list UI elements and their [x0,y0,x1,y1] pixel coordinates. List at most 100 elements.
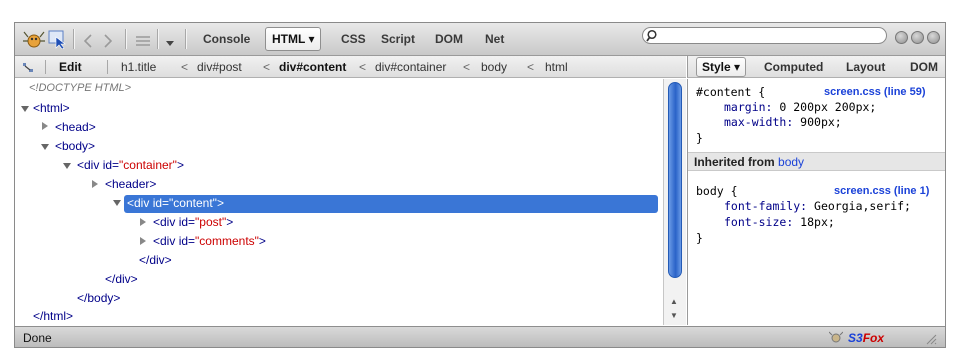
attr-name: id= [175,234,196,248]
tag-close: > [216,196,224,210]
html-tree: <!DOCTYPE HTML> <html> <head> <body> <di… [15,79,663,325]
breadcrumb-item[interactable]: html [545,60,568,74]
inherited-label: Inherited from [694,155,775,169]
tag-open: <div [153,234,176,248]
attr-value: "comments" [195,234,259,248]
search-box[interactable] [642,27,887,44]
tag-close: > [226,215,234,229]
list-icon[interactable] [134,31,152,51]
restore-icon[interactable] [911,31,924,44]
expanded-twisty-icon[interactable] [113,199,121,207]
tab-style[interactable]: Style ▾ [696,57,747,77]
minimize-icon[interactable] [895,31,908,44]
tab-style-dropdown: ▾ [734,60,741,74]
css-property-name: margin [724,100,766,114]
s3fox-label[interactable]: S3Fox [848,331,884,345]
tree-scrollbar[interactable]: ▲ ▼ [663,79,686,325]
inherited-from-link[interactable]: body [778,155,804,169]
status-bar: Done S3Fox [15,326,945,347]
breadcrumb-arrow: < [463,60,471,74]
tab-computed[interactable]: Computed [764,60,823,74]
firebug-icon[interactable] [23,29,45,49]
tab-dom[interactable]: DOM [435,32,463,46]
expanded-twisty-icon[interactable] [41,143,49,151]
attr-value: "post" [195,215,227,229]
tree-node-head[interactable]: <head> [55,120,96,138]
tab-script[interactable]: Script [381,32,415,46]
tab-html-label: HTML [272,32,306,46]
inspect-icon[interactable] [47,29,67,49]
expanded-twisty-icon[interactable] [63,162,71,170]
tab-css[interactable]: CSS [341,32,366,46]
attr-name: id= [149,196,170,210]
css-source-link[interactable]: screen.css (line 1) [834,185,929,197]
breadcrumb-item-current[interactable]: div#content [279,60,346,74]
css-property[interactable]: font-size: 18px; [724,215,835,229]
tree-node-post[interactable]: <div id="post"> [153,215,233,233]
firebug-panel: Console HTML ▾ CSS Script DOM Net Edit h… [14,22,946,348]
tree-node-header[interactable]: <header> [105,177,156,195]
breadcrumb-arrow: < [527,60,535,74]
toolbar-separator [185,29,186,49]
css-property-value: Georgia,serif; [814,199,911,213]
back-arrow-icon[interactable] [81,31,95,51]
css-property[interactable]: max-width: 900px; [724,115,842,129]
tab-net[interactable]: Net [485,32,504,46]
css-property-value: 900px; [800,115,842,129]
scrollbar-thumb[interactable] [668,82,682,278]
attr-value: "content" [169,196,217,210]
tree-node-content[interactable]: <div id="content"> [127,196,224,214]
tab-html[interactable]: HTML ▾ [265,27,322,51]
scroll-up-icon[interactable]: ▲ [670,297,678,306]
tab-style-label: Style [702,60,731,74]
css-property-value: 0 200px 200px; [779,100,877,114]
tree-close-html: </html> [33,309,74,323]
edit-button[interactable]: Edit [59,60,82,74]
breadcrumb-item[interactable]: div#post [197,60,242,74]
css-source-link[interactable]: screen.css (line 59) [824,86,926,98]
tree-node-html[interactable]: <html> [33,101,70,119]
tab-html-dropdown: ▾ [308,32,315,46]
breadcrumb-item[interactable]: div#container [375,60,446,74]
s3fox-icon[interactable] [829,331,843,344]
attr-name: id= [175,215,196,229]
tools-icon[interactable] [21,61,35,74]
dropdown-icon[interactable] [165,33,175,53]
collapsed-twisty-icon[interactable] [41,122,49,130]
tree-node-body[interactable]: <body> [55,139,95,157]
toolbar: Console HTML ▾ CSS Script DOM Net [15,23,945,56]
tag-close: > [176,158,184,172]
css-property[interactable]: margin: 0 200px 200px; [724,100,876,114]
collapsed-twisty-icon[interactable] [139,237,147,245]
css-selector[interactable]: body { [696,184,738,198]
close-icon[interactable] [927,31,940,44]
breadcrumb-arrow: < [181,60,189,74]
tag-open: <div [127,196,150,210]
tag-open: <div [77,158,100,172]
collapsed-twisty-icon[interactable] [91,180,99,188]
breadcrumb-separator [107,60,108,74]
collapsed-twisty-icon[interactable] [139,218,147,226]
tree-close-body: </body> [77,291,121,305]
forward-arrow-icon[interactable] [101,31,115,51]
tree-node-container[interactable]: <div id="container"> [77,158,184,176]
tab-layout[interactable]: Layout [846,60,885,74]
css-property-name: font-size [724,215,787,229]
breadcrumb-item[interactable]: body [481,60,507,74]
css-property[interactable]: font-family: Georgia,serif; [724,199,911,213]
expanded-twisty-icon[interactable] [21,105,29,113]
attr-value: "container" [119,158,177,172]
css-selector[interactable]: #content { [696,85,765,99]
tree-close-div: </div> [105,272,138,286]
tab-side-dom[interactable]: DOM [910,60,938,74]
breadcrumb-arrow: < [359,60,367,74]
breadcrumb-item[interactable]: h1.title [121,60,156,74]
search-input[interactable] [663,29,878,42]
resize-grip-icon[interactable] [923,331,937,345]
tab-console[interactable]: Console [203,32,250,46]
status-text: Done [23,331,52,345]
breadcrumb: Edit h1.title < div#post < div#content <… [15,56,686,78]
scroll-down-icon[interactable]: ▼ [670,311,678,320]
tag-close: > [258,234,266,248]
tree-node-comments[interactable]: <div id="comments"> [153,234,266,252]
